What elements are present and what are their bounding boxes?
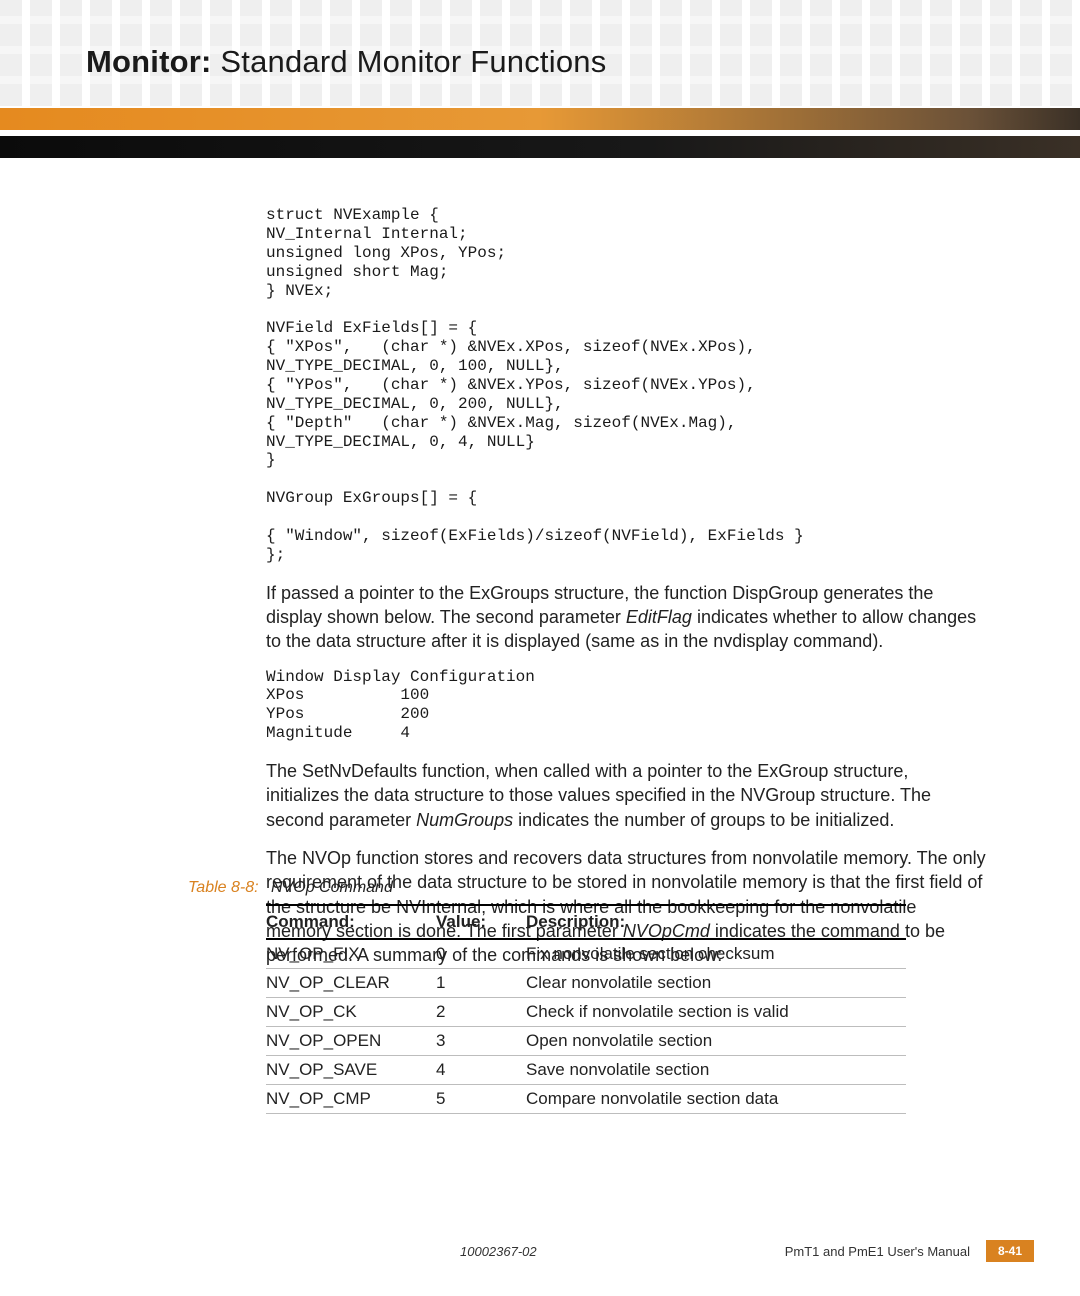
page-title-light: Standard Monitor Functions [220,44,606,79]
table-row: NV_OP_OPEN 3 Open nonvolatile section [266,1027,906,1056]
table-name: NVOp Command [271,879,393,896]
th-description: Description: [526,905,906,939]
param-editflag: EditFlag [626,607,692,627]
paragraph-dispgroup: If passed a pointer to the ExGroups stru… [266,581,986,654]
cell-cmd: NV_OP_OPEN [266,1027,436,1056]
fn-dispgroup: DispGroup [732,583,818,603]
page-title-bold: Monitor: [86,44,212,79]
table-number: Table 8-8: [188,879,259,896]
th-command: Command: [266,905,436,939]
footer-page-number: 8-41 [986,1240,1034,1262]
cell-cmd: NV_OP_CLEAR [266,969,436,998]
page-footer: 10002367-02 PmT1 and PmE1 User's Manual … [0,1240,1080,1266]
fn-nvop: NVOp [302,848,351,868]
cell-val: 5 [436,1085,526,1114]
table-row: NV_OP_SAVE 4 Save nonvolatile section [266,1056,906,1085]
th-value: Value: [436,905,526,939]
nvop-command-table: Command: Value: Description: NV_OP_FIX 0… [266,904,906,1114]
cell-val: 4 [436,1056,526,1085]
fn-setnvdefaults: SetNvDefaults [302,761,417,781]
cell-val: 0 [436,939,526,969]
table-row: NV_OP_CK 2 Check if nonvolatile section … [266,998,906,1027]
table-caption: Table 8-8: NVOp Command [188,879,393,897]
table-header-row: Command: Value: Description: [266,905,906,939]
page-title: Monitor: Standard Monitor Functions [86,44,606,80]
content-area: struct NVExample { NV_Internal Internal;… [266,206,986,981]
cell-cmd: NV_OP_CMP [266,1085,436,1114]
table-body: NV_OP_FIX 0 Fix nonvolatile section chec… [266,939,906,1114]
cmd-nvdisplay: nvdisplay [713,631,788,651]
text: If passed a pointer to the ExGroups stru… [266,583,732,603]
cell-desc: Check if nonvolatile section is valid [526,998,906,1027]
cell-cmd: NV_OP_CK [266,998,436,1027]
text: command). [788,631,883,651]
table-row: NV_OP_CLEAR 1 Clear nonvolatile section [266,969,906,998]
cell-val: 3 [436,1027,526,1056]
code-block-output: Window Display Configuration XPos 100 YP… [266,668,986,744]
code-block-struct: struct NVExample { NV_Internal Internal;… [266,206,986,565]
cell-val: 2 [436,998,526,1027]
accent-bar-dark [0,136,1080,158]
cell-val: 1 [436,969,526,998]
text: The [266,761,302,781]
text: The [266,848,302,868]
cell-desc: Clear nonvolatile section [526,969,906,998]
footer-doc-number: 10002367-02 [460,1244,537,1259]
table-row: NV_OP_CMP 5 Compare nonvolatile section … [266,1085,906,1114]
cell-desc: Open nonvolatile section [526,1027,906,1056]
text: indicates the number of groups to be ini… [513,810,894,830]
footer-manual-name: PmT1 and PmE1 User's Manual [785,1244,970,1259]
cell-cmd: NV_OP_SAVE [266,1056,436,1085]
cell-cmd: NV_OP_FIX [266,939,436,969]
page: Monitor: Standard Monitor Functions stru… [0,0,1080,1296]
param-numgroups: NumGroups [416,810,513,830]
table-row: NV_OP_FIX 0 Fix nonvolatile section chec… [266,939,906,969]
cell-desc: Compare nonvolatile section data [526,1085,906,1114]
paragraph-setnvdefaults: The SetNvDefaults function, when called … [266,759,986,832]
accent-bar-orange [0,108,1080,130]
cell-desc: Save nonvolatile section [526,1056,906,1085]
cell-desc: Fix nonvolatile section checksum [526,939,906,969]
